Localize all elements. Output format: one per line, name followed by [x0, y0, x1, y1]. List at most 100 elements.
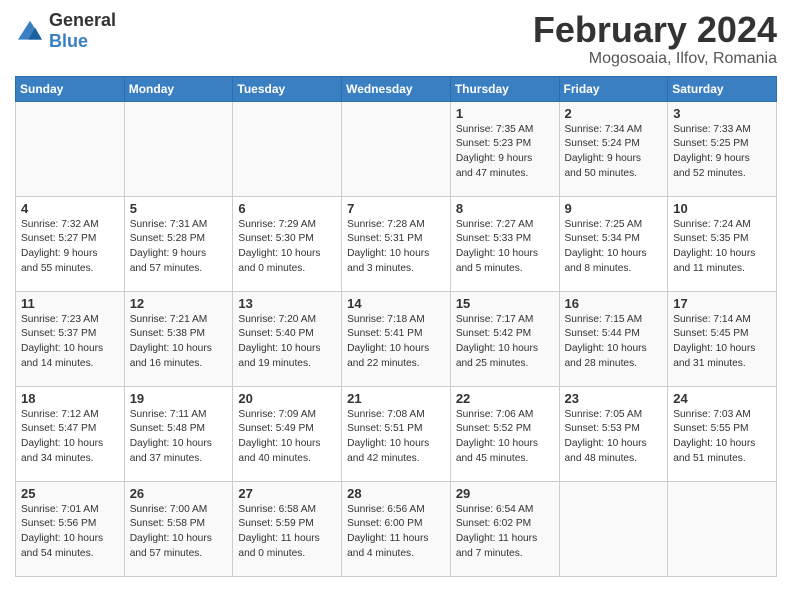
day-number: 29 — [456, 486, 554, 501]
day-number: 5 — [130, 201, 228, 216]
day-cell: 15Sunrise: 7:17 AM Sunset: 5:42 PM Dayli… — [450, 291, 559, 386]
day-info: Sunrise: 7:08 AM Sunset: 5:51 PM Dayligh… — [347, 408, 445, 467]
header-thursday: Thursday — [450, 76, 559, 101]
day-cell — [342, 101, 451, 196]
day-cell: 24Sunrise: 7:03 AM Sunset: 5:55 PM Dayli… — [668, 386, 777, 481]
day-cell: 29Sunrise: 6:54 AM Sunset: 6:02 PM Dayli… — [450, 481, 559, 576]
day-info: Sunrise: 7:29 AM Sunset: 5:30 PM Dayligh… — [238, 218, 336, 277]
day-info: Sunrise: 7:03 AM Sunset: 5:55 PM Dayligh… — [673, 408, 771, 467]
day-info: Sunrise: 7:32 AM Sunset: 5:27 PM Dayligh… — [21, 218, 119, 277]
day-cell — [124, 101, 233, 196]
day-cell: 5 Sunrise: 7:31 AM Sunset: 5:28 PM Daylig… — [124, 196, 233, 291]
day-cell — [668, 481, 777, 576]
day-number: 21 — [347, 391, 445, 406]
day-cell: 7 Sunrise: 7:28 AM Sunset: 5:31 PM Daylig… — [342, 196, 451, 291]
day-info: Sunrise: 7:27 AM Sunset: 5:33 PM Dayligh… — [456, 218, 554, 277]
day-number: 13 — [238, 296, 336, 311]
header-sunday: Sunday — [16, 76, 125, 101]
day-number: 10 — [673, 201, 771, 216]
day-cell: 12 Sunrise: 7:21 AM Sunset: 5:38 PM Dayli… — [124, 291, 233, 386]
day-cell: 28 Sunrise: 6:56 AM Sunset: 6:00 PM Dayli… — [342, 481, 451, 576]
day-number: 18 — [21, 391, 119, 406]
logo-icon — [15, 19, 45, 43]
day-number: 17 — [673, 296, 771, 311]
day-number: 4 — [21, 201, 119, 216]
day-cell: 23 Sunrise: 7:05 AM Sunset: 5:53 PM Dayli… — [559, 386, 668, 481]
week-row-4: 18 Sunrise: 7:12 AM Sunset: 5:47 PM Dayli… — [16, 386, 777, 481]
day-cell — [559, 481, 668, 576]
title-block: February 2024 Mogosoaia, Ilfov, Romania — [533, 10, 777, 68]
day-cell: 10 Sunrise: 7:24 AM Sunset: 5:35 PM Dayli… — [668, 196, 777, 291]
day-info: Sunrise: 7:23 AM Sunset: 5:37 PM Dayligh… — [21, 313, 119, 372]
day-info: Sunrise: 7:25 AM Sunset: 5:34 PM Dayligh… — [565, 218, 663, 277]
day-cell: 18 Sunrise: 7:12 AM Sunset: 5:47 PM Dayli… — [16, 386, 125, 481]
day-info: Sunrise: 7:20 AM Sunset: 5:40 PM Dayligh… — [238, 313, 336, 372]
calendar-body: 1 Sunrise: 7:35 AM Sunset: 5:23 PM Daylig… — [16, 101, 777, 576]
day-cell: 14 Sunrise: 7:18 AM Sunset: 5:41 PM Dayli… — [342, 291, 451, 386]
day-cell: 17Sunrise: 7:14 AM Sunset: 5:45 PM Dayli… — [668, 291, 777, 386]
header-tuesday: Tuesday — [233, 76, 342, 101]
calendar-header: Sunday Monday Tuesday Wednesday Thursday… — [16, 76, 777, 101]
day-info: Sunrise: 7:18 AM Sunset: 5:41 PM Dayligh… — [347, 313, 445, 372]
week-row-1: 1 Sunrise: 7:35 AM Sunset: 5:23 PM Daylig… — [16, 101, 777, 196]
header-saturday: Saturday — [668, 76, 777, 101]
day-number: 7 — [347, 201, 445, 216]
day-number: 26 — [130, 486, 228, 501]
day-number: 3 — [673, 106, 771, 121]
week-row-3: 11 Sunrise: 7:23 AM Sunset: 5:37 PM Dayli… — [16, 291, 777, 386]
day-info: Sunrise: 7:34 AM Sunset: 5:24 PM Dayligh… — [565, 123, 663, 182]
day-info: Sunrise: 7:24 AM Sunset: 5:35 PM Dayligh… — [673, 218, 771, 277]
day-info: Sunrise: 7:01 AM Sunset: 5:56 PM Dayligh… — [21, 503, 119, 562]
day-number: 6 — [238, 201, 336, 216]
day-cell: 6 Sunrise: 7:29 AM Sunset: 5:30 PM Daylig… — [233, 196, 342, 291]
day-info: Sunrise: 7:12 AM Sunset: 5:47 PM Dayligh… — [21, 408, 119, 467]
day-cell: 26 Sunrise: 7:00 AM Sunset: 5:58 PM Dayli… — [124, 481, 233, 576]
logo-general: General — [49, 10, 116, 30]
day-cell: 20Sunrise: 7:09 AM Sunset: 5:49 PM Dayli… — [233, 386, 342, 481]
day-number: 9 — [565, 201, 663, 216]
day-info: Sunrise: 7:00 AM Sunset: 5:58 PM Dayligh… — [130, 503, 228, 562]
day-cell: 13 Sunrise: 7:20 AM Sunset: 5:40 PM Dayli… — [233, 291, 342, 386]
day-number: 1 — [456, 106, 554, 121]
day-cell: 11 Sunrise: 7:23 AM Sunset: 5:37 PM Dayli… — [16, 291, 125, 386]
day-number: 20 — [238, 391, 336, 406]
location-title: Mogosoaia, Ilfov, Romania — [533, 50, 777, 68]
day-info: Sunrise: 7:21 AM Sunset: 5:38 PM Dayligh… — [130, 313, 228, 372]
day-cell: 4 Sunrise: 7:32 AM Sunset: 5:27 PM Daylig… — [16, 196, 125, 291]
logo-blue: Blue — [49, 31, 88, 51]
day-info: Sunrise: 7:15 AM Sunset: 5:44 PM Dayligh… — [565, 313, 663, 372]
day-number: 11 — [21, 296, 119, 311]
week-row-2: 4 Sunrise: 7:32 AM Sunset: 5:27 PM Daylig… — [16, 196, 777, 291]
day-cell: 22 Sunrise: 7:06 AM Sunset: 5:52 PM Dayli… — [450, 386, 559, 481]
day-info: Sunrise: 7:35 AM Sunset: 5:23 PM Dayligh… — [456, 123, 554, 182]
day-cell: 21 Sunrise: 7:08 AM Sunset: 5:51 PM Dayli… — [342, 386, 451, 481]
day-number: 16 — [565, 296, 663, 311]
day-info: Sunrise: 7:05 AM Sunset: 5:53 PM Dayligh… — [565, 408, 663, 467]
day-info: Sunrise: 7:33 AM Sunset: 5:25 PM Dayligh… — [673, 123, 771, 182]
day-info: Sunrise: 7:31 AM Sunset: 5:28 PM Dayligh… — [130, 218, 228, 277]
day-cell: 16 Sunrise: 7:15 AM Sunset: 5:44 PM Dayli… — [559, 291, 668, 386]
day-cell: 25Sunrise: 7:01 AM Sunset: 5:56 PM Dayli… — [16, 481, 125, 576]
month-title: February 2024 — [533, 10, 777, 50]
day-number: 22 — [456, 391, 554, 406]
day-cell: 1 Sunrise: 7:35 AM Sunset: 5:23 PM Daylig… — [450, 101, 559, 196]
header-wednesday: Wednesday — [342, 76, 451, 101]
day-cell — [233, 101, 342, 196]
day-cell: 9 Sunrise: 7:25 AM Sunset: 5:34 PM Daylig… — [559, 196, 668, 291]
header-monday: Monday — [124, 76, 233, 101]
day-info: Sunrise: 6:56 AM Sunset: 6:00 PM Dayligh… — [347, 503, 445, 562]
day-info: Sunrise: 7:28 AM Sunset: 5:31 PM Dayligh… — [347, 218, 445, 277]
calendar-table: Sunday Monday Tuesday Wednesday Thursday… — [15, 76, 777, 577]
day-number: 2 — [565, 106, 663, 121]
day-number: 23 — [565, 391, 663, 406]
day-info: Sunrise: 7:06 AM Sunset: 5:52 PM Dayligh… — [456, 408, 554, 467]
day-info: Sunrise: 7:11 AM Sunset: 5:48 PM Dayligh… — [130, 408, 228, 467]
logo: General Blue — [15, 10, 116, 52]
day-number: 12 — [130, 296, 228, 311]
day-number: 14 — [347, 296, 445, 311]
day-number: 28 — [347, 486, 445, 501]
day-cell — [16, 101, 125, 196]
day-cell: 27Sunrise: 6:58 AM Sunset: 5:59 PM Dayli… — [233, 481, 342, 576]
day-info: Sunrise: 6:58 AM Sunset: 5:59 PM Dayligh… — [238, 503, 336, 562]
header-friday: Friday — [559, 76, 668, 101]
